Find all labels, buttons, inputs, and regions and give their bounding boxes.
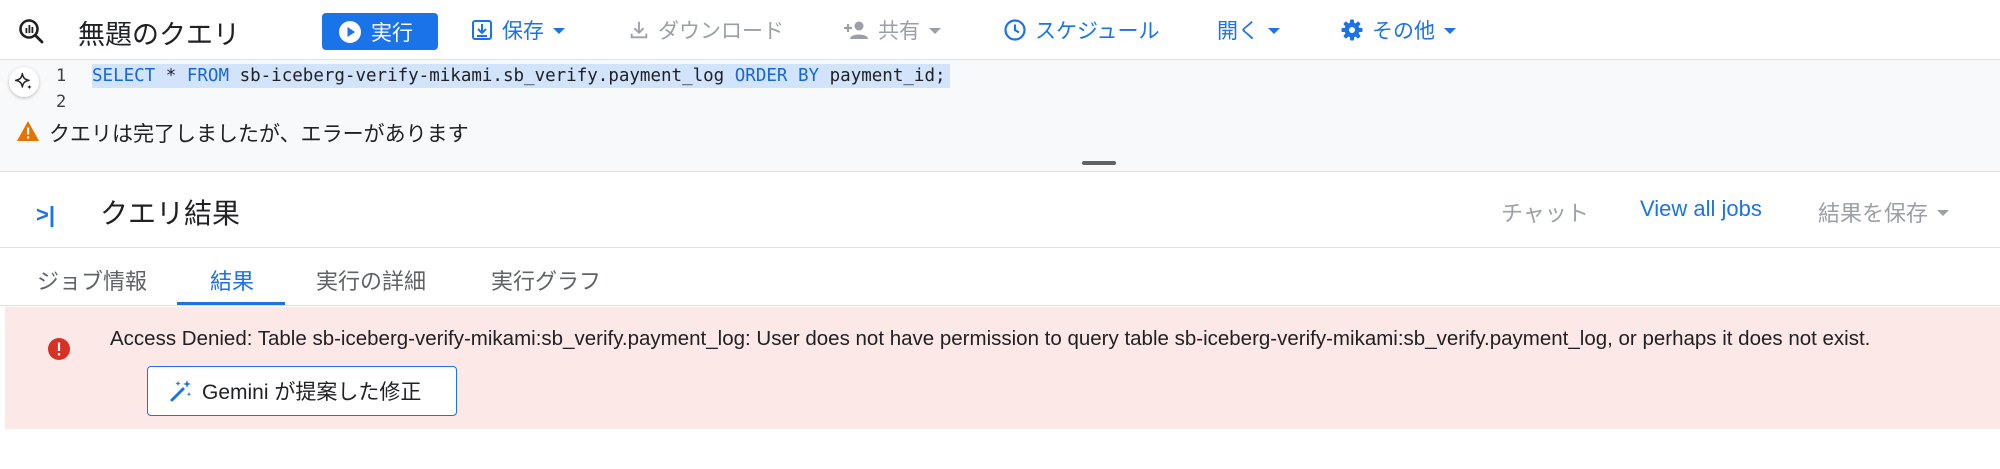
sql-code-line[interactable]: SELECT * FROM sb-iceberg-verify-mikami.s…	[92, 64, 950, 88]
save-label: 保存	[502, 20, 544, 43]
tab-execution-details[interactable]: 実行の詳細	[316, 264, 426, 296]
sql-keyword: ORDER	[734, 66, 788, 86]
person-add-icon	[844, 21, 868, 39]
chevron-down-icon	[1444, 28, 1456, 34]
tab-job-info[interactable]: ジョブ情報	[37, 264, 147, 296]
warning-icon	[17, 121, 39, 141]
schedule-label: スケジュール	[1035, 20, 1160, 43]
sql-keyword: SELECT	[92, 66, 156, 86]
tab-results[interactable]: 結果	[210, 264, 254, 296]
more-menu-button[interactable]: その他	[1340, 14, 1456, 46]
sql-keyword: BY	[798, 66, 820, 86]
error-banner: Access Denied: Table sb-iceberg-verify-m…	[5, 307, 2000, 429]
gemini-suggested-fix-button[interactable]: Gemini が提案した修正	[147, 366, 457, 416]
download-button[interactable]: ダウンロード	[628, 14, 784, 46]
line-number: 1	[56, 66, 67, 86]
error-icon	[48, 338, 70, 360]
query-status-bar: クエリは完了しましたが、エラーがあります	[0, 108, 2000, 172]
sql-column-name: payment_id;	[829, 66, 946, 86]
download-label: ダウンロード	[658, 20, 784, 43]
schedule-button[interactable]: スケジュール	[1003, 14, 1160, 46]
share-menu-button[interactable]: 共有	[844, 14, 941, 46]
sql-table-name: sb-iceberg-verify-mikami.sb_verify.payme…	[239, 66, 725, 86]
query-title[interactable]: 無題のクエリ	[78, 13, 240, 52]
status-message: クエリは完了しましたが、エラーがあります	[49, 123, 469, 146]
run-button[interactable]: 実行	[322, 13, 438, 50]
save-results-label: 結果を保存	[1818, 201, 1929, 226]
gemini-assist-button[interactable]	[9, 67, 39, 97]
query-toolbar: 無題のクエリ 実行 保存 ダウンロード 共有 スケジュール 開く その他	[0, 0, 2000, 60]
magic-wand-icon	[170, 380, 192, 402]
download-icon	[630, 21, 648, 39]
save-results-button[interactable]: 結果を保存	[1818, 196, 1950, 228]
sql-editor[interactable]: 1 2 SELECT * FROM sb-iceberg-verify-mika…	[0, 60, 2000, 108]
sql-token: *	[165, 66, 177, 86]
clock-icon	[1004, 19, 1026, 41]
share-label: 共有	[878, 20, 920, 43]
sql-keyword: FROM	[186, 66, 230, 86]
results-header: >| クエリ結果 チャット View all jobs 結果を保存	[0, 172, 2000, 248]
open-label: 開く	[1217, 20, 1259, 43]
gear-icon	[1341, 19, 1363, 41]
active-tab-indicator	[177, 302, 285, 305]
save-menu-button[interactable]: 保存	[470, 14, 565, 46]
more-label: その他	[1372, 20, 1435, 43]
results-tabs: ジョブ情報 結果 実行の詳細 実行グラフ	[0, 248, 2000, 306]
resize-handle[interactable]	[1082, 161, 1116, 165]
chat-button[interactable]: チャット	[1501, 196, 1589, 228]
run-button-label: 実行	[371, 21, 413, 45]
chevron-down-icon	[553, 28, 565, 34]
results-title: クエリ結果	[100, 198, 241, 229]
play-circle-icon	[339, 20, 361, 43]
chevron-down-icon	[929, 28, 941, 34]
chevron-down-icon	[1268, 28, 1280, 34]
tab-execution-graph[interactable]: 実行グラフ	[491, 264, 601, 296]
chevron-down-icon	[1937, 210, 1950, 216]
line-number: 2	[56, 92, 67, 108]
open-menu-button[interactable]: 開く	[1217, 14, 1280, 46]
sparkle-icon	[14, 72, 32, 90]
query-icon	[19, 19, 44, 44]
error-message: Access Denied: Table sb-iceberg-verify-m…	[110, 327, 1871, 350]
expand-panel-icon[interactable]: >|	[36, 202, 55, 228]
save-icon	[472, 20, 492, 40]
view-all-jobs-link[interactable]: View all jobs	[1640, 196, 1762, 222]
gemini-button-label: Gemini が提案した修正	[202, 381, 422, 404]
